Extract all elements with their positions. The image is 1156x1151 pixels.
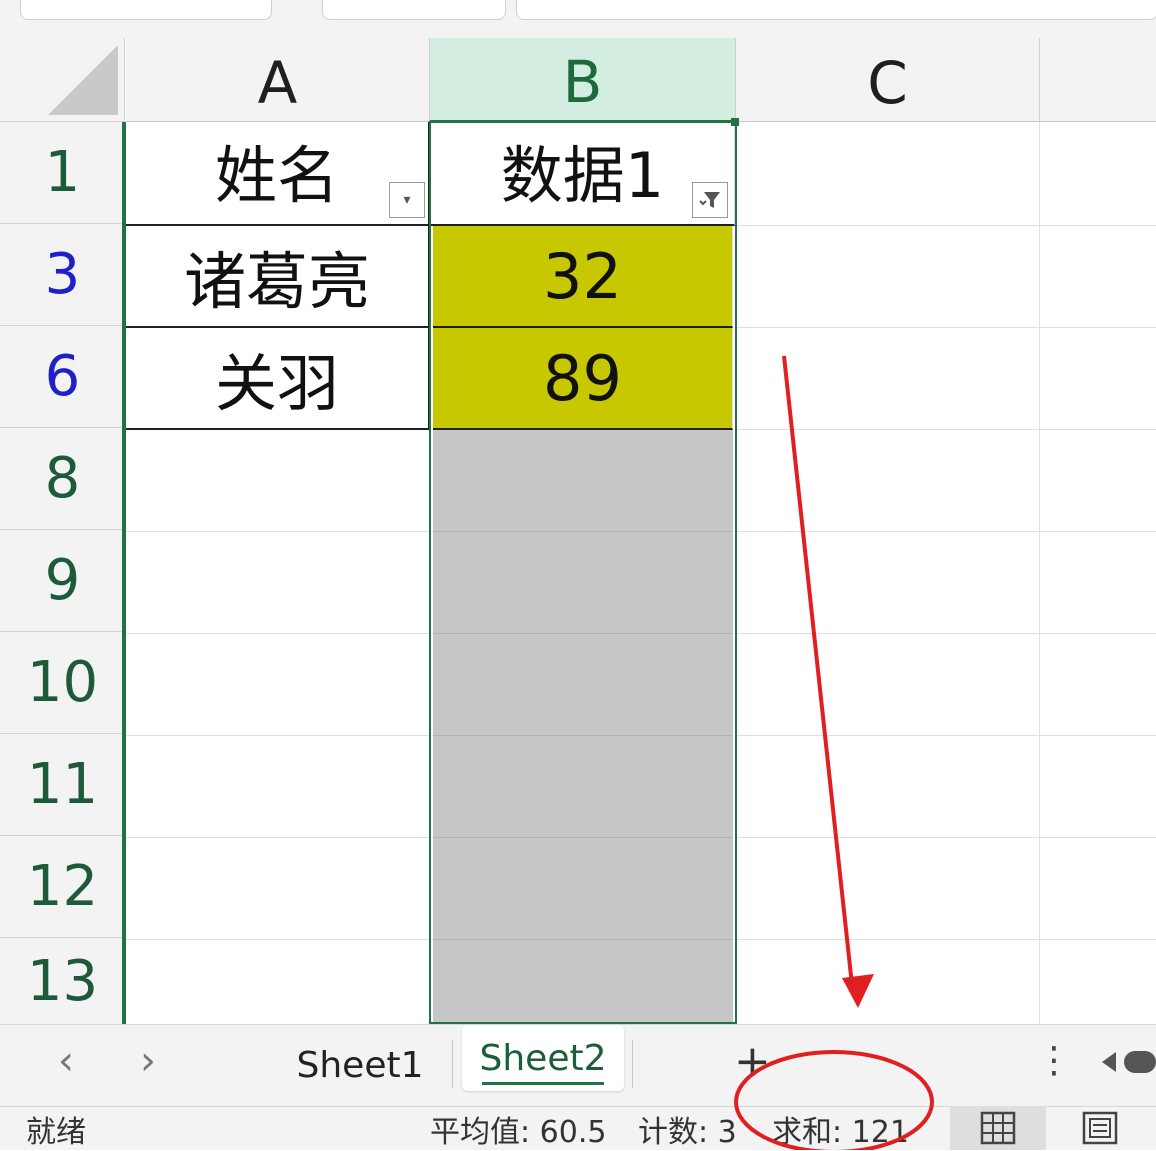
more-options-button[interactable]: ⋮: [1036, 1040, 1072, 1081]
status-ready: 就绪: [26, 1115, 86, 1150]
next-sheet-button[interactable]: ›: [140, 1038, 156, 1084]
cell-c3[interactable]: [737, 226, 1040, 328]
cell-b1-text: 数据1: [500, 139, 665, 212]
cell-a3[interactable]: 诸葛亮: [126, 226, 430, 328]
fill-handle[interactable]: [731, 118, 739, 126]
status-count[interactable]: 计数: 3: [638, 1108, 737, 1150]
chevron-right-icon: ›: [140, 1038, 156, 1084]
column-header-d[interactable]: [1040, 38, 1156, 122]
cell-b8[interactable]: [433, 430, 733, 532]
page-layout-view-button[interactable]: [1052, 1106, 1148, 1150]
cell-d6[interactable]: [1040, 328, 1156, 430]
cell-d9[interactable]: [1040, 532, 1156, 634]
cell-c11[interactable]: [737, 736, 1040, 838]
cell-d1[interactable]: [1040, 122, 1156, 226]
cell-a13[interactable]: [126, 940, 430, 1024]
more-vertical-icon: ⋮: [1036, 1040, 1072, 1081]
name-box[interactable]: [20, 0, 272, 20]
cell-c8[interactable]: [737, 430, 1040, 532]
cell-a1-text: 姓名: [214, 139, 339, 212]
row-header-6[interactable]: 6: [0, 326, 125, 428]
status-average[interactable]: 平均值: 60.5: [430, 1108, 606, 1150]
cell-b13[interactable]: [433, 940, 733, 1024]
row-header-11[interactable]: 11: [0, 734, 125, 836]
add-sheet-button[interactable]: +: [734, 1036, 771, 1087]
cell-a6-text: 关羽: [214, 347, 339, 420]
row-header-3[interactable]: 3: [0, 224, 125, 326]
column-header-c[interactable]: C: [736, 38, 1040, 122]
chevron-left-icon: ‹: [58, 1038, 74, 1084]
cell-c12[interactable]: [737, 838, 1040, 940]
cell-c10[interactable]: [737, 634, 1040, 736]
dropdown-arrow-icon: ▾: [403, 192, 411, 208]
cell-d13[interactable]: [1040, 940, 1156, 1024]
cell-d3[interactable]: [1040, 226, 1156, 328]
tab-sheet1-label: Sheet1: [296, 1044, 424, 1086]
row-header-1[interactable]: 1: [0, 122, 125, 224]
cell-a6[interactable]: 关羽: [126, 328, 430, 430]
toolbar-strip: [0, 0, 1156, 38]
function-buttons[interactable]: [322, 0, 506, 20]
cell-d10[interactable]: [1040, 634, 1156, 736]
column-header-a[interactable]: A: [126, 38, 430, 122]
tab-separator: [632, 1040, 633, 1088]
cell-b12[interactable]: [433, 838, 733, 940]
page-view-icon: [1082, 1111, 1118, 1145]
active-tab-underline: [482, 1082, 604, 1085]
formula-bar[interactable]: [516, 0, 1156, 20]
cell-a1[interactable]: 姓名: [126, 122, 430, 226]
cell-a11[interactable]: [126, 736, 430, 838]
cell-c13[interactable]: [737, 940, 1040, 1024]
cell-b1[interactable]: 数据1: [431, 122, 735, 226]
tab-separator: [452, 1040, 453, 1088]
cell-d8[interactable]: [1040, 430, 1156, 532]
normal-view-button[interactable]: [950, 1106, 1046, 1150]
cell-b3-text: 32: [543, 239, 622, 313]
grid-view-icon: [980, 1111, 1016, 1145]
filter-button-b[interactable]: [692, 182, 728, 218]
row-header-12[interactable]: 12: [0, 836, 125, 938]
row-header-8[interactable]: 8: [0, 428, 125, 530]
row-header-10[interactable]: 10: [0, 632, 125, 734]
status-sum[interactable]: 求和: 121: [772, 1108, 909, 1150]
cell-b3[interactable]: 32: [433, 226, 733, 328]
column-header-b[interactable]: B: [430, 38, 736, 122]
cell-a9[interactable]: [126, 532, 430, 634]
tab-sheet2[interactable]: Sheet2: [462, 1025, 624, 1091]
cell-b9[interactable]: [433, 532, 733, 634]
tab-sheet2-label: Sheet2: [479, 1037, 607, 1079]
scroll-left-icon: [1102, 1051, 1156, 1073]
cell-c6[interactable]: [737, 328, 1040, 430]
filter-button-a[interactable]: ▾: [389, 182, 425, 218]
tab-sheet1[interactable]: Sheet1: [290, 1040, 430, 1090]
cell-b10[interactable]: [433, 634, 733, 736]
cell-a3-text: 诸葛亮: [183, 245, 370, 318]
row-header-13[interactable]: 13: [0, 938, 125, 1024]
scroll-tabs-left-button[interactable]: [1098, 1048, 1156, 1080]
row-header-9[interactable]: 9: [0, 530, 125, 632]
select-all-corner[interactable]: [0, 38, 125, 122]
cell-a8[interactable]: [126, 430, 430, 532]
filter-active-icon: [699, 192, 720, 208]
cell-a10[interactable]: [126, 634, 430, 736]
cell-d11[interactable]: [1040, 736, 1156, 838]
cell-a12[interactable]: [126, 838, 430, 940]
cell-b6-text: 89: [543, 341, 622, 415]
prev-sheet-button[interactable]: ‹: [58, 1038, 74, 1084]
cell-b11[interactable]: [433, 736, 733, 838]
cell-c1[interactable]: [737, 122, 1040, 226]
plus-icon: +: [734, 1036, 771, 1087]
cell-d12[interactable]: [1040, 838, 1156, 940]
cell-b6[interactable]: 89: [433, 328, 733, 430]
cell-c9[interactable]: [737, 532, 1040, 634]
